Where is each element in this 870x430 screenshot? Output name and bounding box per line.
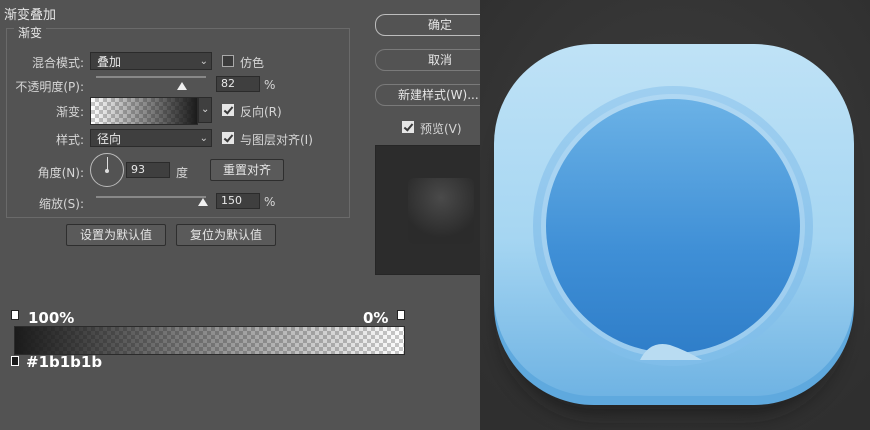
dither-label: 仿色: [240, 56, 265, 70]
opacity-slider-track[interactable]: [96, 76, 206, 78]
blend-mode-select[interactable]: 叠加 ⌄: [90, 52, 212, 70]
blend-mode-value: 叠加: [97, 55, 122, 69]
opacity-stop-left[interactable]: [11, 310, 19, 320]
opacity-slider-thumb[interactable]: [177, 82, 187, 90]
angle-unit: 度: [176, 166, 189, 180]
chevron-down-icon: ⌄: [199, 133, 208, 144]
preview-label: 预览(V): [420, 122, 462, 136]
set-default-button[interactable]: 设置为默认值: [66, 224, 166, 246]
reset-align-button[interactable]: 重置对齐: [210, 159, 284, 181]
color-stop-left[interactable]: [11, 356, 19, 366]
scale-unit: %: [264, 195, 276, 209]
chevron-down-icon: ⌄: [201, 104, 210, 115]
scale-slider-thumb[interactable]: [198, 198, 208, 206]
opacity-stop-right[interactable]: [397, 310, 405, 320]
gradient-label: 渐变:: [55, 105, 84, 119]
preview-checkbox[interactable]: [402, 121, 414, 133]
angle-input[interactable]: 93: [126, 162, 170, 178]
icon-canvas: [480, 0, 870, 430]
blend-mode-label: 混合模式:: [31, 56, 84, 70]
align-layer-label: 与图层对齐(I): [240, 133, 313, 147]
layer-style-dialog: 渐变叠加 渐变 混合模式: 叠加 ⌄ 仿色 不透明度(P): 82 % 渐变: …: [0, 0, 505, 430]
chevron-down-icon: ⌄: [199, 56, 208, 67]
gradient-swatch[interactable]: [90, 97, 198, 125]
reverse-checkbox[interactable]: [222, 104, 234, 116]
scale-slider-track[interactable]: [96, 196, 206, 198]
reset-default-button[interactable]: 复位为默认值: [176, 224, 276, 246]
section-title: 渐变叠加: [4, 8, 57, 23]
left-opacity-label: 100%: [28, 309, 75, 327]
opacity-unit: %: [264, 78, 276, 92]
right-opacity-label: 0%: [363, 309, 389, 327]
style-select[interactable]: 径向 ⌄: [90, 129, 212, 147]
angle-label: 角度(N):: [37, 166, 84, 180]
reverse-label: 反向(R): [240, 105, 282, 119]
preview-thumbnail: [375, 145, 487, 275]
style-value: 径向: [97, 132, 122, 146]
group-title: 渐变: [14, 24, 47, 41]
opacity-label: 不透明度(P):: [15, 80, 84, 94]
angle-dial[interactable]: [90, 153, 124, 187]
scale-label: 缩放(S):: [38, 197, 84, 211]
opacity-input[interactable]: 82: [216, 76, 260, 92]
gradient-dropdown-button[interactable]: ⌄: [198, 97, 212, 123]
style-label: 样式:: [55, 133, 84, 147]
color-stop-label: #1b1b1b: [26, 353, 103, 371]
gradient-bar[interactable]: [14, 326, 405, 355]
align-layer-checkbox[interactable]: [222, 132, 234, 144]
scale-input[interactable]: 150: [216, 193, 260, 209]
dither-checkbox[interactable]: [222, 55, 234, 67]
water-icon-illustration: [480, 0, 870, 430]
